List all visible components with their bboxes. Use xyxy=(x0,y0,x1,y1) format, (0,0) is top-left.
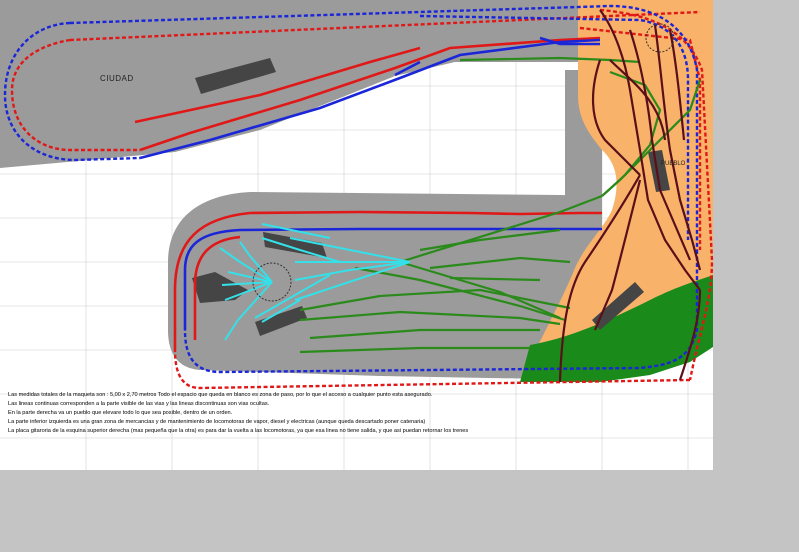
layout-plan: CIUDAD PUEBLO Las medidas totales de la … xyxy=(0,0,799,552)
note-line: Las medidas totales de la maqueta son : … xyxy=(8,392,433,398)
note-line: La parte inferior izquierda es una gran … xyxy=(8,419,426,425)
notes-block: Las medidas totales de la maqueta son : … xyxy=(8,391,708,436)
note-line: Las lineas continuas corresponden a la p… xyxy=(8,401,270,407)
note-line: En la parte derecha va un pueblo que ele… xyxy=(8,410,233,416)
town-label: PUEBLO xyxy=(661,161,686,167)
baseboard-upper xyxy=(0,0,578,168)
note-line: La placa gitaroria de la esquina superio… xyxy=(8,428,469,434)
city-label: CIUDAD xyxy=(100,74,134,83)
